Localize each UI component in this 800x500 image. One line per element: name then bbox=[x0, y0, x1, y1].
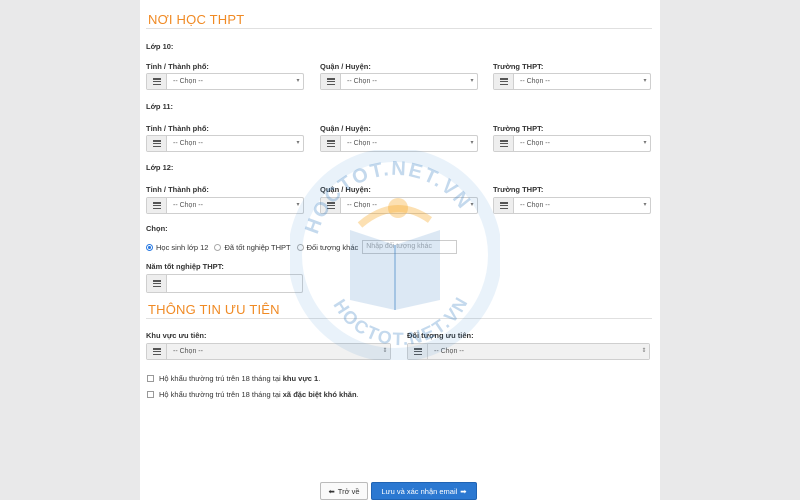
arrow-right-icon: ➡ bbox=[460, 486, 467, 496]
select-value: -- Chọn -- bbox=[167, 344, 380, 359]
chevron-down-icon: ▾ bbox=[470, 78, 474, 84]
arrow-left-icon: ⬅ bbox=[328, 486, 335, 496]
checkbox-region-1[interactable]: Hộ khẩu thường trú trên 18 tháng tại khu… bbox=[147, 374, 320, 383]
other-object-input[interactable]: Nhập đối tượng khác bbox=[362, 240, 458, 254]
grade-11-school-select[interactable]: -- Chọn -- ▾ bbox=[493, 135, 651, 152]
chevron-down-icon: ▾ bbox=[296, 202, 300, 208]
priority-region-label: Khu vực ưu tiên: bbox=[146, 331, 207, 340]
list-icon bbox=[147, 74, 167, 89]
section-title-school: NƠI HỌC THPT bbox=[148, 12, 245, 27]
grade-12-school-select[interactable]: -- Chọn -- ▾ bbox=[493, 197, 651, 214]
section-title-priority: THÔNG TIN ƯU TIÊN bbox=[148, 302, 280, 317]
chevron-down-icon: ▾ bbox=[470, 202, 474, 208]
graduation-year-value bbox=[167, 275, 302, 292]
radio-option-graduated[interactable]: Đã tốt nghiệp THPT bbox=[214, 242, 291, 252]
priority-region-select[interactable]: -- Chọn -- ⇕ bbox=[146, 343, 391, 360]
list-icon bbox=[494, 74, 514, 89]
select-value: -- Chọn -- bbox=[347, 78, 377, 85]
save-confirm-email-button[interactable]: Lưu và xác nhận email ➡ bbox=[371, 482, 477, 500]
list-icon bbox=[147, 198, 167, 213]
grade-12-city-select[interactable]: -- Chọn -- ▾ bbox=[146, 197, 304, 214]
chevron-updown-icon: ⇕ bbox=[639, 344, 649, 359]
student-type-radio-group: Học sinh lớp 12 Đã tốt nghiệp THPT Đối t… bbox=[146, 240, 458, 254]
radio-option-grade-12[interactable]: Học sinh lớp 12 bbox=[146, 243, 208, 252]
chevron-down-icon: ▾ bbox=[296, 78, 300, 84]
list-icon bbox=[147, 275, 167, 292]
grade-11-district-select[interactable]: -- Chọn -- ▾ bbox=[320, 135, 478, 152]
checkbox-label-prefix: Hộ khẩu thường trú trên 18 tháng tại bbox=[159, 374, 283, 383]
select-value: -- Chọn -- bbox=[428, 344, 639, 359]
grade-12-district-select[interactable]: -- Chọn -- ▾ bbox=[320, 197, 478, 214]
radio-label: Đối tượng khác bbox=[306, 242, 359, 252]
select-value: -- Chọn -- bbox=[173, 78, 203, 85]
radio-checked-icon bbox=[146, 243, 153, 251]
city-label: Tỉnh / Thành phố: bbox=[146, 185, 209, 194]
grade-10-school-select[interactable]: -- Chọn -- ▾ bbox=[493, 73, 651, 90]
radio-unchecked-icon bbox=[214, 243, 222, 251]
chevron-down-icon: ▾ bbox=[470, 140, 474, 146]
graduation-year-label: Năm tốt nghiệp THPT: bbox=[146, 262, 224, 271]
back-button[interactable]: ⬅ Trở về bbox=[320, 482, 368, 500]
grade-11-city-select[interactable]: -- Chọn -- ▾ bbox=[146, 135, 304, 152]
select-value: -- Chọn -- bbox=[173, 140, 203, 147]
checkbox-icon bbox=[147, 375, 154, 382]
checkbox-label-bold: khu vực 1 bbox=[282, 374, 319, 383]
chevron-down-icon: ▾ bbox=[296, 140, 300, 146]
grade-10-district-select[interactable]: -- Chọn -- ▾ bbox=[320, 73, 478, 90]
chevron-updown-icon: ⇕ bbox=[380, 344, 390, 359]
radio-unchecked-icon bbox=[296, 243, 304, 251]
select-value: -- Chọn -- bbox=[520, 202, 550, 209]
chevron-down-icon: ▾ bbox=[643, 140, 647, 146]
checkbox-label-bold: xã đặc biệt khó khăn bbox=[282, 390, 357, 399]
select-value: -- Chọn -- bbox=[520, 140, 550, 147]
back-button-label: Trở về bbox=[337, 486, 360, 496]
city-label: Tỉnh / Thành phố: bbox=[146, 62, 209, 71]
select-value: -- Chọn -- bbox=[347, 140, 377, 147]
radio-label: Đã tốt nghiệp THPT bbox=[224, 242, 291, 252]
district-label: Quận / Huyện: bbox=[320, 124, 371, 133]
checkbox-icon bbox=[147, 391, 154, 398]
list-icon bbox=[321, 74, 341, 89]
district-label: Quận / Huyện: bbox=[320, 185, 371, 194]
select-value: -- Chọn -- bbox=[520, 78, 550, 85]
grade-10-label: Lớp 10: bbox=[146, 42, 174, 51]
school-label: Trường THPT: bbox=[493, 124, 544, 133]
form-page: NƠI HỌC THPT Lớp 10: Tỉnh / Thành phố: Q… bbox=[140, 0, 660, 500]
list-icon bbox=[147, 136, 167, 151]
chevron-down-icon: ▾ bbox=[643, 202, 647, 208]
save-button-label: Lưu và xác nhận email bbox=[381, 486, 458, 496]
priority-object-label: Đối tượng ưu tiên: bbox=[407, 331, 474, 340]
checkbox-label-suffix: . bbox=[318, 374, 321, 383]
list-icon bbox=[147, 344, 167, 359]
list-icon bbox=[321, 136, 341, 151]
grade-10-city-select[interactable]: -- Chọn -- ▾ bbox=[146, 73, 304, 90]
school-label: Trường THPT: bbox=[493, 185, 544, 194]
list-icon bbox=[494, 136, 514, 151]
section-divider bbox=[146, 318, 652, 319]
priority-object-select[interactable]: -- Chọn -- ⇕ bbox=[407, 343, 650, 360]
grade-11-label: Lớp 11: bbox=[146, 102, 174, 111]
checkbox-label-prefix: Hộ khẩu thường trú trên 18 tháng tại bbox=[159, 390, 283, 399]
section-divider bbox=[146, 28, 652, 29]
district-label: Quận / Huyện: bbox=[320, 62, 371, 71]
school-label: Trường THPT: bbox=[493, 62, 544, 71]
chevron-down-icon: ▾ bbox=[643, 78, 647, 84]
graduation-year-input[interactable] bbox=[146, 274, 303, 293]
select-value: -- Chọn -- bbox=[347, 202, 377, 209]
list-icon bbox=[321, 198, 341, 213]
select-value: -- Chọn -- bbox=[173, 202, 203, 209]
radio-option-other[interactable]: Đối tượng khác bbox=[296, 242, 359, 252]
choice-label: Chọn: bbox=[146, 224, 168, 233]
radio-label: Học sinh lớp 12 bbox=[156, 242, 209, 252]
list-icon bbox=[494, 198, 514, 213]
city-label: Tỉnh / Thành phố: bbox=[146, 124, 209, 133]
list-icon bbox=[408, 344, 428, 359]
checkbox-difficult-commune[interactable]: Hộ khẩu thường trú trên 18 tháng tại xã … bbox=[147, 390, 359, 399]
checkbox-label-suffix: . bbox=[356, 390, 359, 399]
grade-12-label: Lớp 12: bbox=[146, 163, 174, 172]
